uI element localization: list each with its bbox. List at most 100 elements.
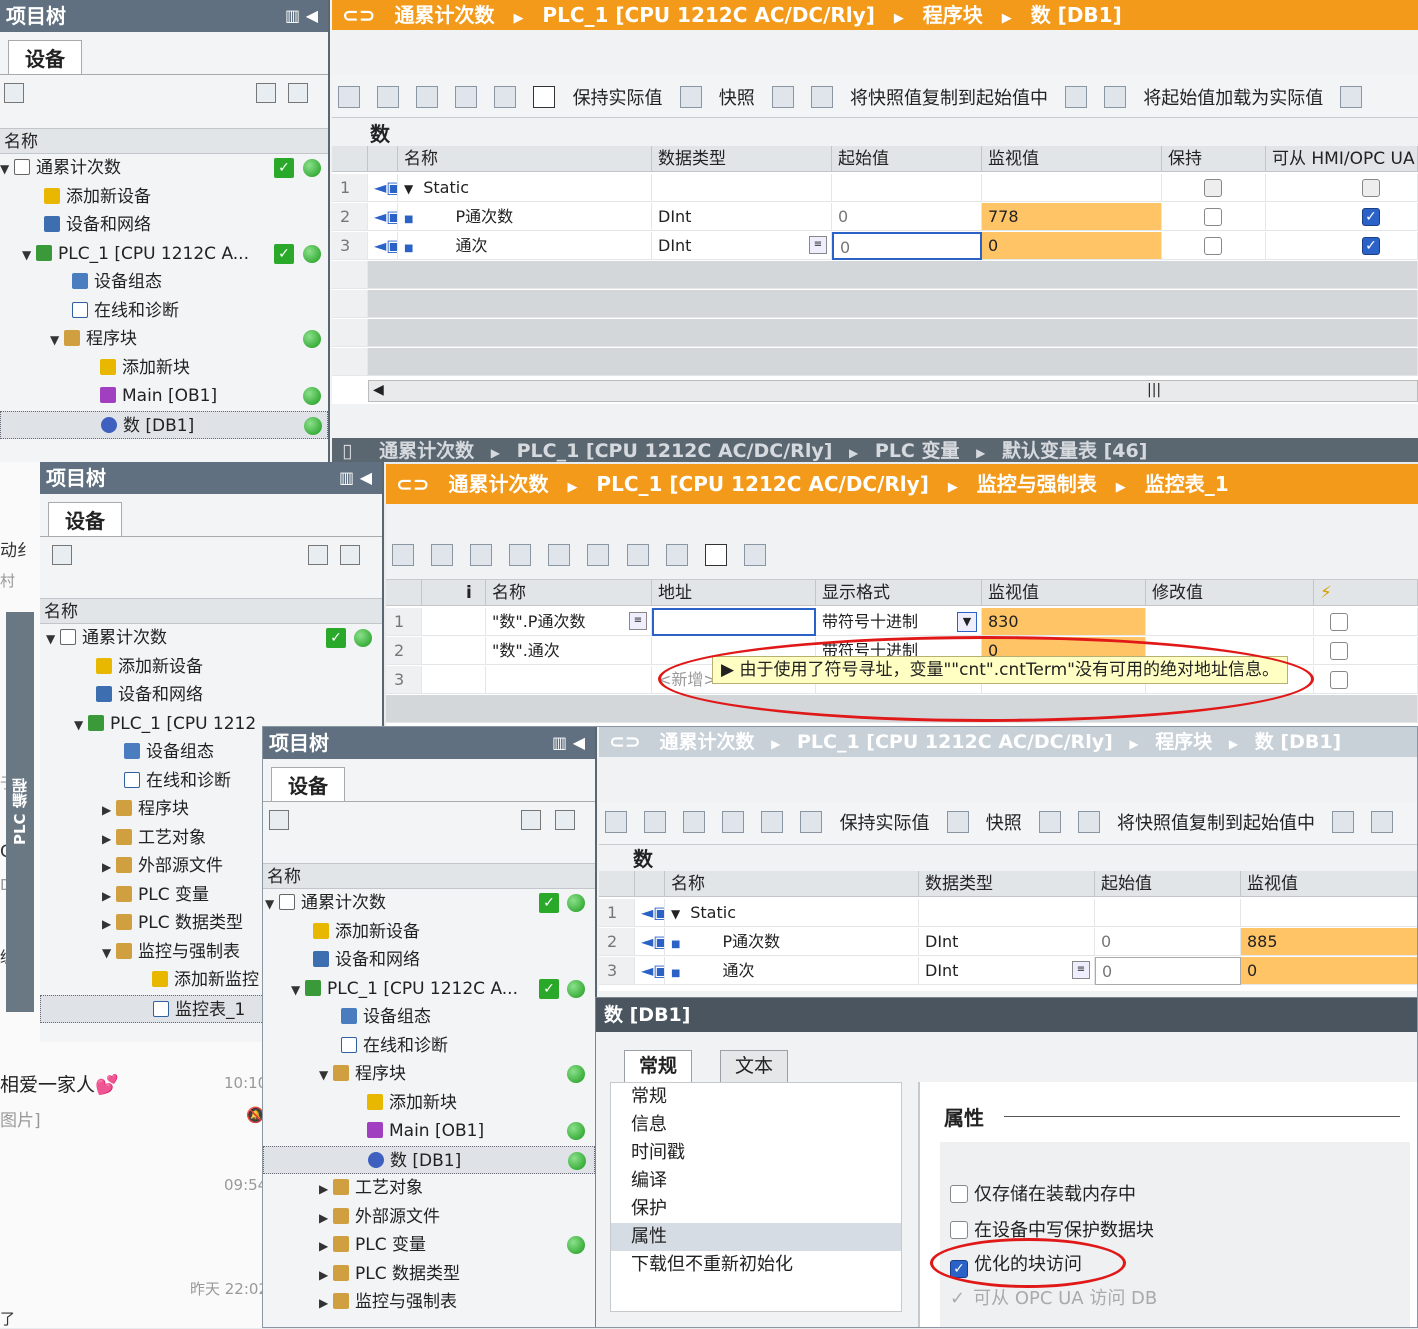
copy-snapshot-button[interactable]: 将快照值复制到起始值中 <box>850 84 1048 110</box>
cell-datatype[interactable] <box>919 899 1095 927</box>
cell-modify[interactable] <box>1146 608 1314 636</box>
table-row-name[interactable]: ▼ Static <box>665 899 919 927</box>
list-icon[interactable]: ≡ <box>809 236 827 254</box>
horizontal-scrollbar[interactable]: ◀ ||| <box>368 380 1418 402</box>
tree-item-device-config[interactable]: 设备组态 <box>0 268 328 297</box>
load-start-values-button[interactable]: 将起始值加载为实际值 <box>1143 84 1323 110</box>
tree-item-watch-tables[interactable]: ▶ 监控与强制表 <box>263 1288 595 1317</box>
tree-item-plc1[interactable]: ▼ PLC_1 [CPU 1212C A... ✓ <box>0 240 328 269</box>
breadcrumb-item[interactable]: 通累计次数 <box>659 731 754 753</box>
trigger-icon[interactable] <box>665 544 688 566</box>
insert-row-icon[interactable] <box>338 86 360 108</box>
insert-row-icon[interactable] <box>392 544 414 566</box>
expand-icon[interactable]: ▶ <box>319 1232 333 1261</box>
add-table-icon[interactable] <box>555 810 575 830</box>
expand-icon[interactable]: ▶ <box>102 825 116 854</box>
copy2-icon[interactable] <box>1104 86 1127 108</box>
tree-item-project[interactable]: ▼ 通累计次数 ✓ <box>40 624 382 653</box>
add-row-icon[interactable] <box>377 86 400 108</box>
expand-icon[interactable]: ▶ <box>102 910 116 939</box>
nav-item-download-no-reinit[interactable]: 下载但不重新初始化 <box>611 1251 901 1279</box>
snapshot-load-icon[interactable] <box>1077 811 1100 833</box>
breadcrumb-item[interactable]: 程序块 <box>923 3 983 27</box>
cell-start-input[interactable]: 0 <box>832 232 982 260</box>
tree-item-add-block[interactable]: 添加新块 <box>263 1089 595 1118</box>
add-table-icon[interactable] <box>288 83 308 103</box>
tab-devices[interactable]: 设备 <box>48 502 122 536</box>
view-icon[interactable] <box>52 545 72 565</box>
tree-item-device-config[interactable]: 设备组态 <box>263 1003 595 1032</box>
insert-row-icon[interactable] <box>605 811 627 833</box>
expand-all-icon[interactable] <box>683 811 706 833</box>
snapshot-button[interactable]: 快照 <box>719 84 755 110</box>
tree-item-external-sources[interactable]: ▶ 外部源文件 <box>263 1203 595 1232</box>
expand-icon[interactable]: ▼ <box>46 625 60 654</box>
collapse-icon[interactable]: ▼ <box>404 182 413 196</box>
tree-item-plc1[interactable]: ▼ PLC_1 [CPU 1212C A... ✓ <box>263 975 595 1004</box>
expand-icon[interactable]: ▼ <box>74 711 88 740</box>
tab-devices[interactable]: 设备 <box>271 767 345 801</box>
expand-icon[interactable]: ▼ <box>265 890 279 919</box>
snapshot-icon[interactable] <box>771 86 794 108</box>
tab-general[interactable]: 常规 <box>624 1050 693 1082</box>
expand-icon[interactable]: ▼ <box>319 1061 333 1090</box>
tree-item-tech-objects[interactable]: ▶ 工艺对象 <box>263 1174 595 1203</box>
nav-item-timestamps[interactable]: 时间戳 <box>611 1139 901 1167</box>
modify-now-icon[interactable] <box>626 544 649 566</box>
tree-item-add-device[interactable]: 添加新设备 <box>0 183 328 212</box>
side-tab-plc-programming[interactable]: PLC 编程 <box>6 612 34 1012</box>
copy-icon[interactable] <box>1332 811 1355 833</box>
cell-start[interactable]: 0 <box>1095 928 1241 956</box>
list-icon[interactable]: ≡ <box>1072 961 1090 979</box>
nav-item-protection[interactable]: 保护 <box>611 1195 901 1223</box>
cell-address-input[interactable] <box>652 608 816 636</box>
cell-name[interactable]: "数".P通次数 ≡ <box>486 608 652 636</box>
breadcrumb-item[interactable]: 监控表_1 <box>1145 472 1229 496</box>
breadcrumb-item[interactable]: PLC_1 [CPU 1212C AC/DC/Rly] <box>542 3 874 27</box>
expand-icon[interactable] <box>470 544 493 566</box>
hmi-checkbox[interactable]: ✓ <box>1362 237 1380 255</box>
tree-item-program-blocks[interactable]: ▼ 程序块 <box>0 325 328 354</box>
dropdown-icon[interactable]: ▼ <box>957 612 977 632</box>
scroll-grip-icon[interactable]: ||| <box>1147 382 1161 398</box>
cell-datatype[interactable] <box>652 174 832 202</box>
tree-item-main-ob1[interactable]: Main [OB1] <box>0 382 328 411</box>
snapshot-button[interactable]: 快照 <box>986 809 1022 835</box>
edit-icon[interactable] <box>722 811 745 833</box>
table-row-name[interactable]: ■ 通次 <box>398 232 652 260</box>
breadcrumb-item[interactable]: 通累计次数 <box>394 3 494 27</box>
tree-item-add-device[interactable]: 添加新设备 <box>263 918 595 947</box>
option-load-memory-only[interactable]: 仅存储在装载内存中 <box>950 1180 1136 1206</box>
expand-icon[interactable]: ▼ <box>291 976 305 1005</box>
modify-icon[interactable] <box>587 544 610 566</box>
tree-item-online-diag[interactable]: 在线和诊断 <box>0 297 328 326</box>
table-row-name[interactable]: ■ 通次 <box>665 957 919 985</box>
flag-icon[interactable] <box>548 544 571 566</box>
list-icon[interactable] <box>761 811 784 833</box>
collapse-icon[interactable]: ▥ ◀ <box>339 462 372 494</box>
overview-icon[interactable] <box>308 545 328 565</box>
cell-start[interactable] <box>832 174 982 202</box>
next-editor-tab[interactable]: ▯ 通累计次数 ▶ PLC_1 [CPU 1212C AC/DC/Rly] ▶ … <box>332 438 1418 462</box>
nav-item-general[interactable]: 常规 <box>611 1083 901 1111</box>
table-row-name[interactable]: ■ P通次数 <box>398 203 652 231</box>
expand-all-icon[interactable] <box>416 86 439 108</box>
add-table-icon[interactable] <box>340 545 360 565</box>
expand-icon[interactable]: ▼ <box>102 939 116 968</box>
table-row-name[interactable]: ▼ Static <box>398 174 652 202</box>
view-icon[interactable] <box>4 83 24 103</box>
tree-item-main-ob1[interactable]: Main [OB1] <box>263 1117 595 1146</box>
scroll-left-icon[interactable]: ◀ <box>373 382 384 398</box>
nav-item-info[interactable]: 信息 <box>611 1111 901 1139</box>
breadcrumb-item[interactable]: 程序块 <box>1155 731 1212 753</box>
modify-checkbox[interactable] <box>1330 671 1348 689</box>
collapse-icon[interactable]: ▥ ◀ <box>552 727 585 759</box>
expand-icon[interactable]: ▶ <box>102 853 116 882</box>
tree-item-plc-types[interactable]: ▶ PLC 数据类型 <box>263 1260 595 1289</box>
expand-icon[interactable]: ▶ <box>102 882 116 911</box>
option-checkbox[interactable] <box>950 1221 968 1239</box>
nav-item-compile[interactable]: 编译 <box>611 1167 901 1195</box>
keep-icon[interactable] <box>946 811 969 833</box>
copy-icon[interactable] <box>1065 86 1088 108</box>
breadcrumb-item[interactable]: 数 [DB1] <box>1031 3 1122 27</box>
